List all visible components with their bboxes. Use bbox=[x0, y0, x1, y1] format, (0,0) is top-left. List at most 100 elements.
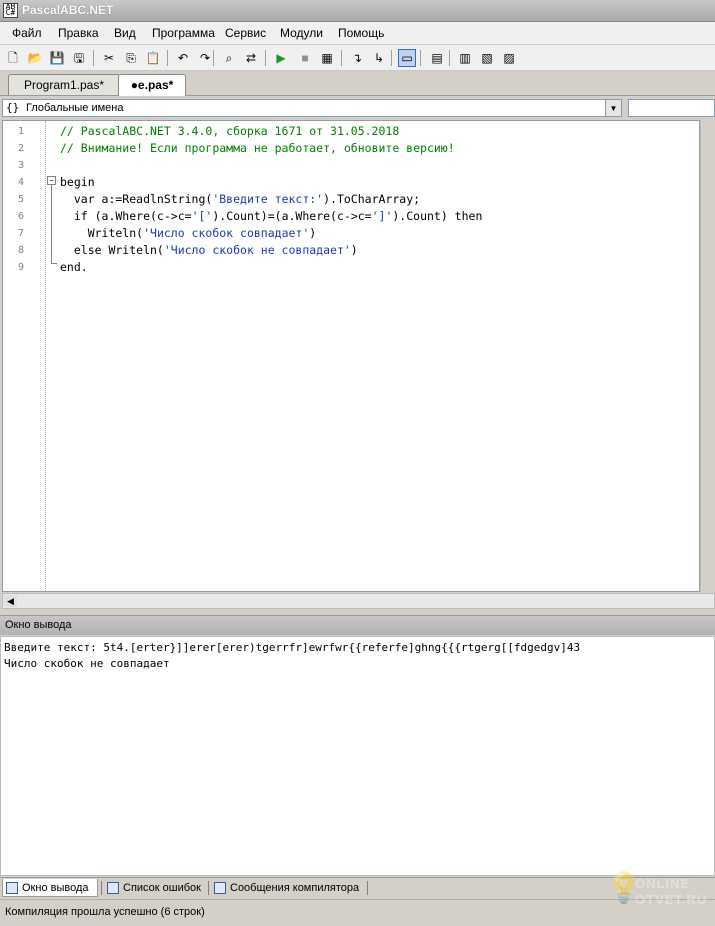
code-line: end. bbox=[60, 260, 88, 274]
step-into-icon[interactable]: ↴ bbox=[348, 49, 366, 67]
paste-icon[interactable]: 📋 bbox=[144, 49, 162, 67]
toolbar-separator bbox=[420, 50, 421, 66]
code-token: Writeln( bbox=[60, 226, 144, 240]
code-token: if (a.Where(c->c= bbox=[60, 209, 192, 223]
menu-help[interactable]: Помощь bbox=[338, 26, 384, 40]
save-all-icon[interactable]: 🖫 bbox=[70, 49, 88, 67]
cut-icon[interactable]: ✂ bbox=[100, 49, 118, 67]
line-number: 8 bbox=[18, 245, 25, 256]
code-token: else Writeln( bbox=[60, 243, 164, 257]
debug-registers-icon[interactable]: ▨ bbox=[500, 49, 518, 67]
output-line: Введите текст: 5t4.[erter}]]erer[erer)tg… bbox=[4, 641, 581, 654]
tab-output-window[interactable]: Окно вывода bbox=[2, 879, 98, 897]
tab-separator bbox=[208, 881, 209, 895]
code-token: end. bbox=[60, 260, 88, 274]
output-window-icon bbox=[6, 881, 18, 894]
debug-locals-icon[interactable]: ▧ bbox=[478, 49, 496, 67]
toolbar-separator bbox=[391, 50, 392, 66]
gutter-divider bbox=[45, 121, 47, 591]
output-text-area[interactable]: Введите текст: 5t4.[erter}]]erer[erer)tg… bbox=[0, 636, 715, 876]
code-token: begin bbox=[60, 175, 95, 189]
line-number: 3 bbox=[18, 160, 25, 171]
output-window-header: Окно вывода bbox=[0, 615, 715, 635]
output-window-icon[interactable]: ▭ bbox=[398, 49, 416, 67]
title-bar: AB C# PascalABC.NET bbox=[0, 0, 715, 22]
line-number: 5 bbox=[18, 194, 25, 205]
status-text: Компиляция прошла успешно (6 строк) bbox=[5, 906, 205, 918]
code-token: ) bbox=[350, 243, 358, 257]
undo-icon[interactable]: ↶ bbox=[174, 49, 192, 67]
code-string: 'Введите текст:' bbox=[212, 192, 324, 206]
code-string: 'Число скобок не совпадает' bbox=[163, 243, 351, 257]
code-token: var a:=ReadlnString( bbox=[60, 192, 213, 206]
new-file-icon[interactable]: 🗋 bbox=[4, 49, 22, 67]
code-token: ) bbox=[309, 226, 317, 240]
editor-vertical-scrollbar[interactable] bbox=[700, 120, 715, 592]
output-line: Число скобок не совпадает bbox=[4, 657, 170, 670]
code-line: begin bbox=[60, 175, 95, 189]
scroll-left-icon[interactable]: ◀ bbox=[4, 595, 17, 607]
line-number: 4 bbox=[18, 177, 25, 188]
code-editor[interactable]: − 1 2 3 4 5 6 7 8 9 // PascalABC.NET 3.4.0, сборк… bbox=[2, 120, 700, 592]
tab-error-list[interactable]: Список ошибок bbox=[104, 879, 206, 897]
compile-icon[interactable]: ▦ bbox=[318, 49, 336, 67]
line-number: 2 bbox=[18, 143, 25, 154]
file-tabs: Program1.pas* ●e.pas* bbox=[0, 72, 715, 96]
tab-output-window-label: Окно вывода bbox=[22, 881, 89, 894]
menu-bar: Файл Правка Вид Программа Сервис Модули … bbox=[0, 22, 715, 44]
step-over-icon[interactable]: ↳ bbox=[370, 49, 388, 67]
line-number: 6 bbox=[18, 211, 25, 222]
save-icon[interactable]: 💾 bbox=[48, 49, 66, 67]
code-token: ).Count)=(a.Where(c->c= bbox=[212, 209, 372, 223]
menu-program[interactable]: Программа bbox=[152, 26, 215, 40]
namespace-combobox[interactable]: {} Глобальные имена ▼ bbox=[2, 99, 622, 117]
toolbar: 🗋 📂 💾 🖫 ✂ ⎘ 📋 ↶ ↷ ⌕ ⇄ ▶ ■ ▦ ↴ ↳ ▭ ▤ ▥ ▧ ▨ bbox=[0, 45, 715, 71]
menu-modules[interactable]: Модули bbox=[280, 26, 323, 40]
menu-view[interactable]: Вид bbox=[114, 26, 136, 40]
tab-e-pas[interactable]: ●e.pas* bbox=[118, 74, 186, 96]
code-token: ).ToCharArray; bbox=[323, 192, 421, 206]
tab-compiler-messages[interactable]: Сообщения компилятора bbox=[211, 879, 366, 897]
compiler-messages-icon bbox=[214, 882, 226, 894]
replace-icon[interactable]: ⇄ bbox=[242, 49, 260, 67]
toolbar-separator bbox=[449, 50, 450, 66]
tab-program1[interactable]: Program1.pas* bbox=[8, 74, 120, 95]
member-combobox[interactable] bbox=[628, 99, 715, 117]
chevron-down-icon[interactable]: ▼ bbox=[605, 100, 621, 116]
stop-icon[interactable]: ■ bbox=[296, 49, 314, 67]
menu-edit[interactable]: Правка bbox=[58, 26, 99, 40]
copy-icon[interactable]: ⎘ bbox=[122, 49, 140, 67]
code-line: else Writeln('Число скобок не совпадает'… bbox=[60, 243, 358, 257]
redo-icon[interactable]: ↷ bbox=[196, 49, 214, 67]
menu-file[interactable]: Файл bbox=[12, 26, 42, 40]
app-icon: AB C# bbox=[3, 3, 18, 18]
line-number: 9 bbox=[18, 262, 25, 273]
code-line: if (a.Where(c->c='[').Count)=(a.Where(c-… bbox=[60, 209, 483, 223]
find-icon[interactable]: ⌕ bbox=[220, 49, 238, 67]
toolbar-separator bbox=[213, 50, 214, 66]
menu-service[interactable]: Сервис bbox=[225, 26, 266, 40]
error-list-icon bbox=[107, 882, 119, 894]
code-comment: // Внимание! Если программа не работает,… bbox=[60, 141, 455, 155]
run-icon[interactable]: ▶ bbox=[272, 49, 290, 67]
code-line: // PascalABC.NET 3.4.0, сборка 1671 от 3… bbox=[60, 124, 399, 138]
line-number-gutter bbox=[3, 121, 45, 591]
format-icon[interactable]: ▤ bbox=[428, 49, 446, 67]
line-number: 1 bbox=[18, 126, 25, 137]
tab-separator bbox=[101, 881, 102, 895]
editor-horizontal-scrollbar[interactable]: ◀ bbox=[2, 593, 715, 609]
code-line: var a:=ReadlnString('Введите текст:').To… bbox=[60, 192, 420, 206]
code-line: // Внимание! Если программа не работает,… bbox=[60, 141, 455, 155]
code-string: '[' bbox=[191, 209, 213, 223]
window-title: PascalABC.NET bbox=[22, 3, 114, 17]
fold-collapse-icon[interactable]: − bbox=[47, 176, 56, 185]
debug-watch-icon[interactable]: ▥ bbox=[456, 49, 474, 67]
code-string: 'Число скобок совпадает' bbox=[143, 226, 310, 240]
open-folder-icon[interactable]: 📂 bbox=[26, 49, 44, 67]
namespace-icon: {} bbox=[6, 101, 20, 114]
toolbar-separator bbox=[93, 50, 94, 66]
namespace-value: Глобальные имена bbox=[26, 102, 124, 114]
code-line: Writeln('Число скобок совпадает') bbox=[60, 226, 317, 240]
tab-separator bbox=[367, 881, 368, 895]
line-number: 7 bbox=[18, 228, 25, 239]
